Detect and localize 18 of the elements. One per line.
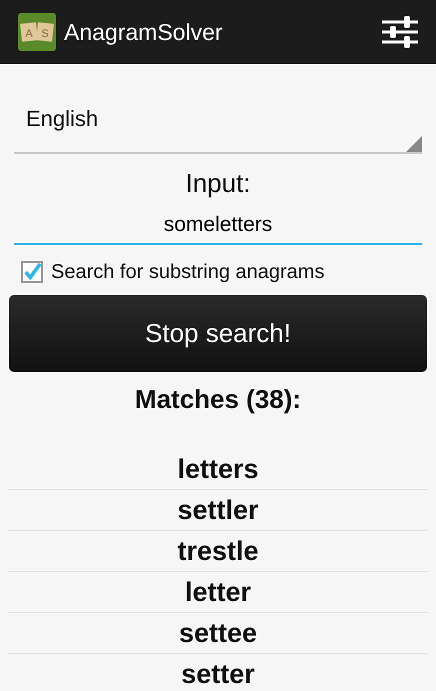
app-title: AnagramSolver [64, 18, 223, 47]
stop-search-button[interactable]: Stop search! [9, 295, 427, 372]
match-word[interactable]: setter [181, 654, 255, 691]
language-dropdown[interactable]: English [14, 84, 422, 154]
dropdown-corner-icon [406, 136, 422, 152]
match-word[interactable]: settler [177, 490, 259, 530]
sliders-icon [382, 16, 418, 48]
settings-button[interactable] [382, 16, 418, 48]
input-label: Input: [184, 167, 252, 200]
match-word[interactable]: letter [184, 572, 252, 612]
input-field[interactable]: someletters [14, 207, 422, 245]
match-word[interactable]: letters [177, 448, 259, 490]
app-logo-icon: A S [18, 13, 56, 51]
checkbox-label: Search for substring anagrams [51, 260, 324, 285]
matches-heading: Matches (38): [134, 383, 302, 416]
match-word[interactable]: settee [178, 612, 258, 654]
match-word[interactable]: trestle [177, 530, 259, 572]
substring-checkbox[interactable] [21, 261, 43, 283]
